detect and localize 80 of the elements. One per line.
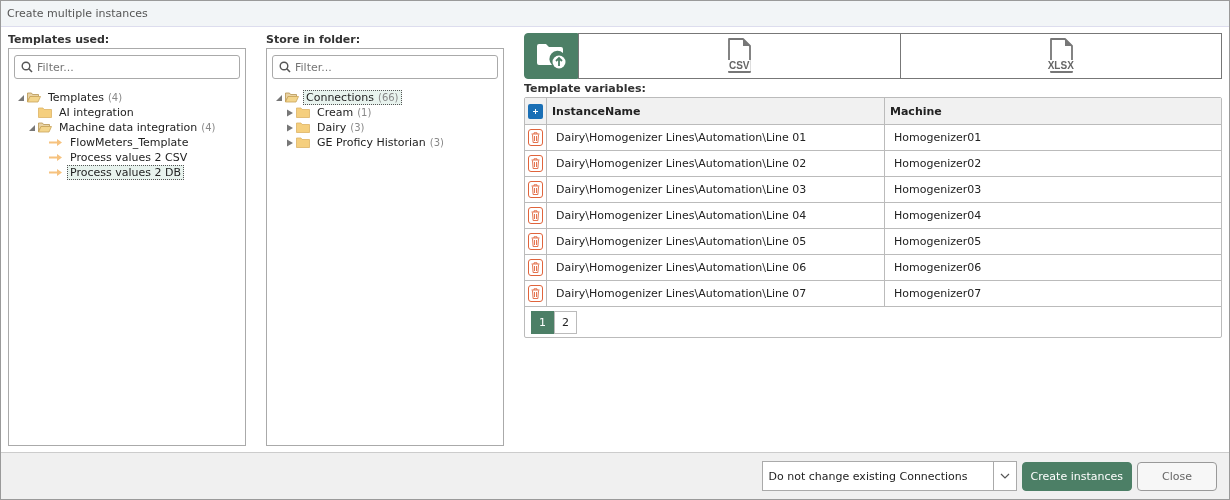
delete-button[interactable] [528,285,543,302]
trash-icon [531,184,540,195]
trash-icon [531,210,540,221]
folder-icon [296,107,310,118]
folder-icon [38,107,52,118]
window-title: Create multiple instances [1,1,1229,27]
table-cell-text: Dairy\Homogenizer Lines\Automation\Line 01 [555,131,807,144]
table-cell-text: Dairy\Homogenizer Lines\Automation\Line 02 [555,157,807,170]
trash-icon [531,262,540,273]
folder-icon [38,122,52,133]
trash-icon [531,158,540,169]
trash-icon [531,288,540,299]
create-button[interactable]: Create instances [1021,461,1132,491]
tree-item[interactable]: Cream (1) [314,105,375,120]
arrow-icon [49,168,63,177]
tree-item[interactable]: GE Proficy Historian (3) [314,135,447,150]
tree-item[interactable]: Dairy (3) [314,120,368,135]
filter-field[interactable]: Filter... [14,55,240,79]
source-tab[interactable]: XLSX [900,33,1222,79]
delete-button[interactable] [528,155,543,172]
collapse-icon[interactable] [17,93,25,102]
source-tab[interactable]: CSV [578,33,901,79]
arrow-icon [49,153,63,162]
filter-input[interactable]: Filter... [295,57,491,77]
panel-label: Templates used: [8,33,111,47]
delete-button[interactable] [528,207,543,224]
section-label: Template variables: [524,82,647,96]
collapse-icon[interactable] [275,93,283,102]
page-button[interactable]: 2 [554,311,577,334]
file-icon: CSV [726,38,753,74]
tree-item[interactable]: Templates (4) [45,90,126,105]
table-cell-text: Homogenizer04 [893,209,982,222]
table-cell-text: Homogenizer03 [893,183,982,196]
collapse-icon[interactable] [28,123,36,132]
column-header: Machine [890,104,942,118]
table-cell-text: Homogenizer06 [893,261,982,274]
delete-button[interactable] [528,233,543,250]
tree-item[interactable]: FlowMeters_Template [67,135,192,150]
expand-icon[interactable] [286,123,294,132]
search-icon [21,61,33,73]
folder-icon [296,122,310,133]
delete-button[interactable] [528,259,543,276]
folder-icon [285,92,299,103]
arrow-icon [49,138,63,147]
filter-field[interactable]: Filter... [272,55,498,79]
table-cell-text: Homogenizer07 [893,287,982,300]
trash-icon [531,132,540,143]
folder-icon [27,92,41,103]
plus-icon [532,107,539,115]
delete-button[interactable] [528,181,543,198]
table-cell-text: Dairy\Homogenizer Lines\Automation\Line 04 [555,209,807,222]
page-button[interactable]: 1 [531,311,554,334]
trash-icon [531,236,540,247]
column-header: InstanceName [552,104,641,118]
tree-item[interactable]: Process values 2 CSV [67,150,191,165]
expand-icon[interactable] [286,138,294,147]
mode-dropdown[interactable]: Do not change existing Connections [761,461,1017,491]
search-icon [279,61,291,73]
tree-item[interactable]: Machine data integration (4) [56,120,219,135]
panel-label: Store in folder: [266,33,362,47]
close-button[interactable]: Close [1137,461,1217,491]
table-cell-text: Dairy\Homogenizer Lines\Automation\Line 07 [555,287,807,300]
filter-input[interactable]: Filter... [37,57,233,77]
table-cell-text: Homogenizer05 [893,235,982,248]
table-cell-text: Homogenizer02 [893,157,982,170]
caret-icon [999,473,1010,479]
table-cell-text: Dairy\Homogenizer Lines\Automation\Line 05 [555,235,807,248]
expand-icon[interactable] [286,108,294,117]
table-cell-text: Homogenizer01 [893,131,982,144]
table-cell-text: Dairy\Homogenizer Lines\Automation\Line 03 [555,183,807,196]
tree-item[interactable]: Connections (66) [303,90,402,105]
table-cell-text: Dairy\Homogenizer Lines\Automation\Line 06 [555,261,807,274]
delete-button[interactable] [528,129,543,146]
add-row-button[interactable] [528,103,543,119]
tree-item[interactable]: AI integration [56,105,137,120]
folder-upload-icon [536,43,566,69]
source-tab[interactable] [524,33,578,79]
tree-item[interactable]: Process values 2 DB [67,165,184,180]
file-icon: XLSX [1047,38,1074,74]
folder-icon [296,137,310,148]
